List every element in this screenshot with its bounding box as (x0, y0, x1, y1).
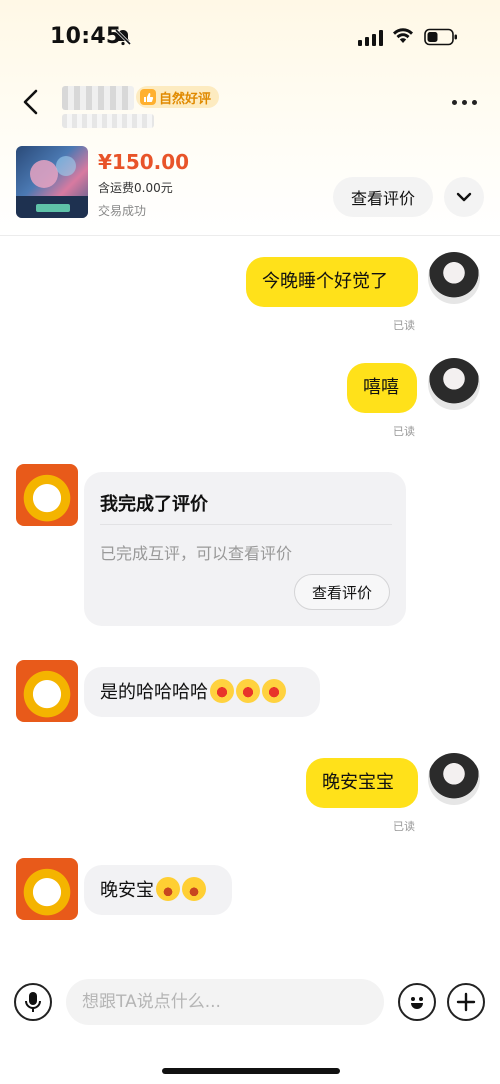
rating-badge: 自然好评 (136, 86, 220, 108)
read-receipt: 已读 (393, 820, 415, 833)
back-arrow-icon[interactable] (20, 88, 42, 116)
seller-avatar[interactable] (16, 660, 78, 722)
review-card-title: 我完成了评价 (100, 494, 208, 515)
my-avatar[interactable] (428, 252, 480, 304)
chat-bubble-theirs[interactable]: 晚安宝 (84, 865, 232, 915)
wifi-icon (393, 28, 413, 43)
review-card-description: 已完成互评，可以查看评价 (100, 544, 293, 563)
chat-bubble-theirs[interactable]: 是的哈哈哈哈 (84, 667, 320, 717)
read-receipt: 已读 (393, 425, 415, 438)
message-text: 晚安宝 (100, 880, 154, 901)
view-review-button[interactable]: 查看评价 (333, 177, 433, 217)
chat-bubble-mine[interactable]: 今晚睡个好觉了 (246, 257, 418, 307)
contact-name: ▪ ▪▪ ▪ (62, 86, 134, 110)
product-thumbnail[interactable] (16, 146, 88, 218)
message-text: 晚安宝宝 (322, 772, 394, 793)
contact-subtitle: ▪▪▪▪▪ (62, 114, 154, 128)
smile-heart-eyes-icon (236, 679, 260, 703)
chat-bubble-mine[interactable]: 嘻嘻 (347, 363, 417, 413)
battery-icon (424, 28, 457, 46)
status-bar: 10:45 (0, 0, 500, 74)
smile-heart-eyes-icon (262, 679, 286, 703)
expand-button[interactable] (444, 177, 484, 217)
status-time: 10:45 (50, 24, 122, 49)
bell-muted-icon (114, 28, 132, 46)
laughing-icon (182, 877, 206, 901)
my-avatar[interactable] (428, 358, 480, 410)
emoji-button[interactable] (398, 983, 436, 1021)
deal-status: 交易成功 (98, 204, 147, 218)
chevron-down-icon (456, 192, 472, 202)
thumbs-up-badge-icon (140, 89, 156, 105)
voice-button[interactable] (14, 983, 52, 1021)
smile-heart-eyes-icon (210, 679, 234, 703)
rating-badge-label: 自然好评 (159, 91, 212, 107)
smiley-face-icon (411, 997, 423, 1009)
microphone-icon (25, 992, 41, 1012)
review-card-view-button[interactable]: 查看评价 (294, 574, 390, 610)
laughing-icon (156, 877, 180, 901)
product-price: ¥150.00 (98, 150, 190, 174)
plus-icon (456, 992, 476, 1012)
my-avatar[interactable] (428, 753, 480, 805)
cellular-signal-icon (358, 30, 383, 46)
review-card[interactable]: 我完成了评价 已完成互评，可以查看评价 查看评价 (84, 472, 406, 626)
message-text: 今晚睡个好觉了 (262, 271, 388, 292)
message-input[interactable] (66, 979, 384, 1025)
seller-avatar[interactable] (16, 858, 78, 920)
header-divider (0, 235, 500, 236)
read-receipt: 已读 (393, 319, 415, 332)
home-indicator (162, 1068, 340, 1074)
add-button[interactable] (447, 983, 485, 1021)
seller-avatar[interactable] (16, 464, 78, 526)
message-text: 嘻嘻 (363, 377, 399, 398)
product-shipping: 含运费0.00元 (98, 181, 173, 195)
review-card-divider (100, 524, 392, 525)
chat-bubble-mine[interactable]: 晚安宝宝 (306, 758, 418, 808)
more-options-icon[interactable] (452, 96, 484, 108)
message-text: 是的哈哈哈哈 (100, 682, 208, 703)
